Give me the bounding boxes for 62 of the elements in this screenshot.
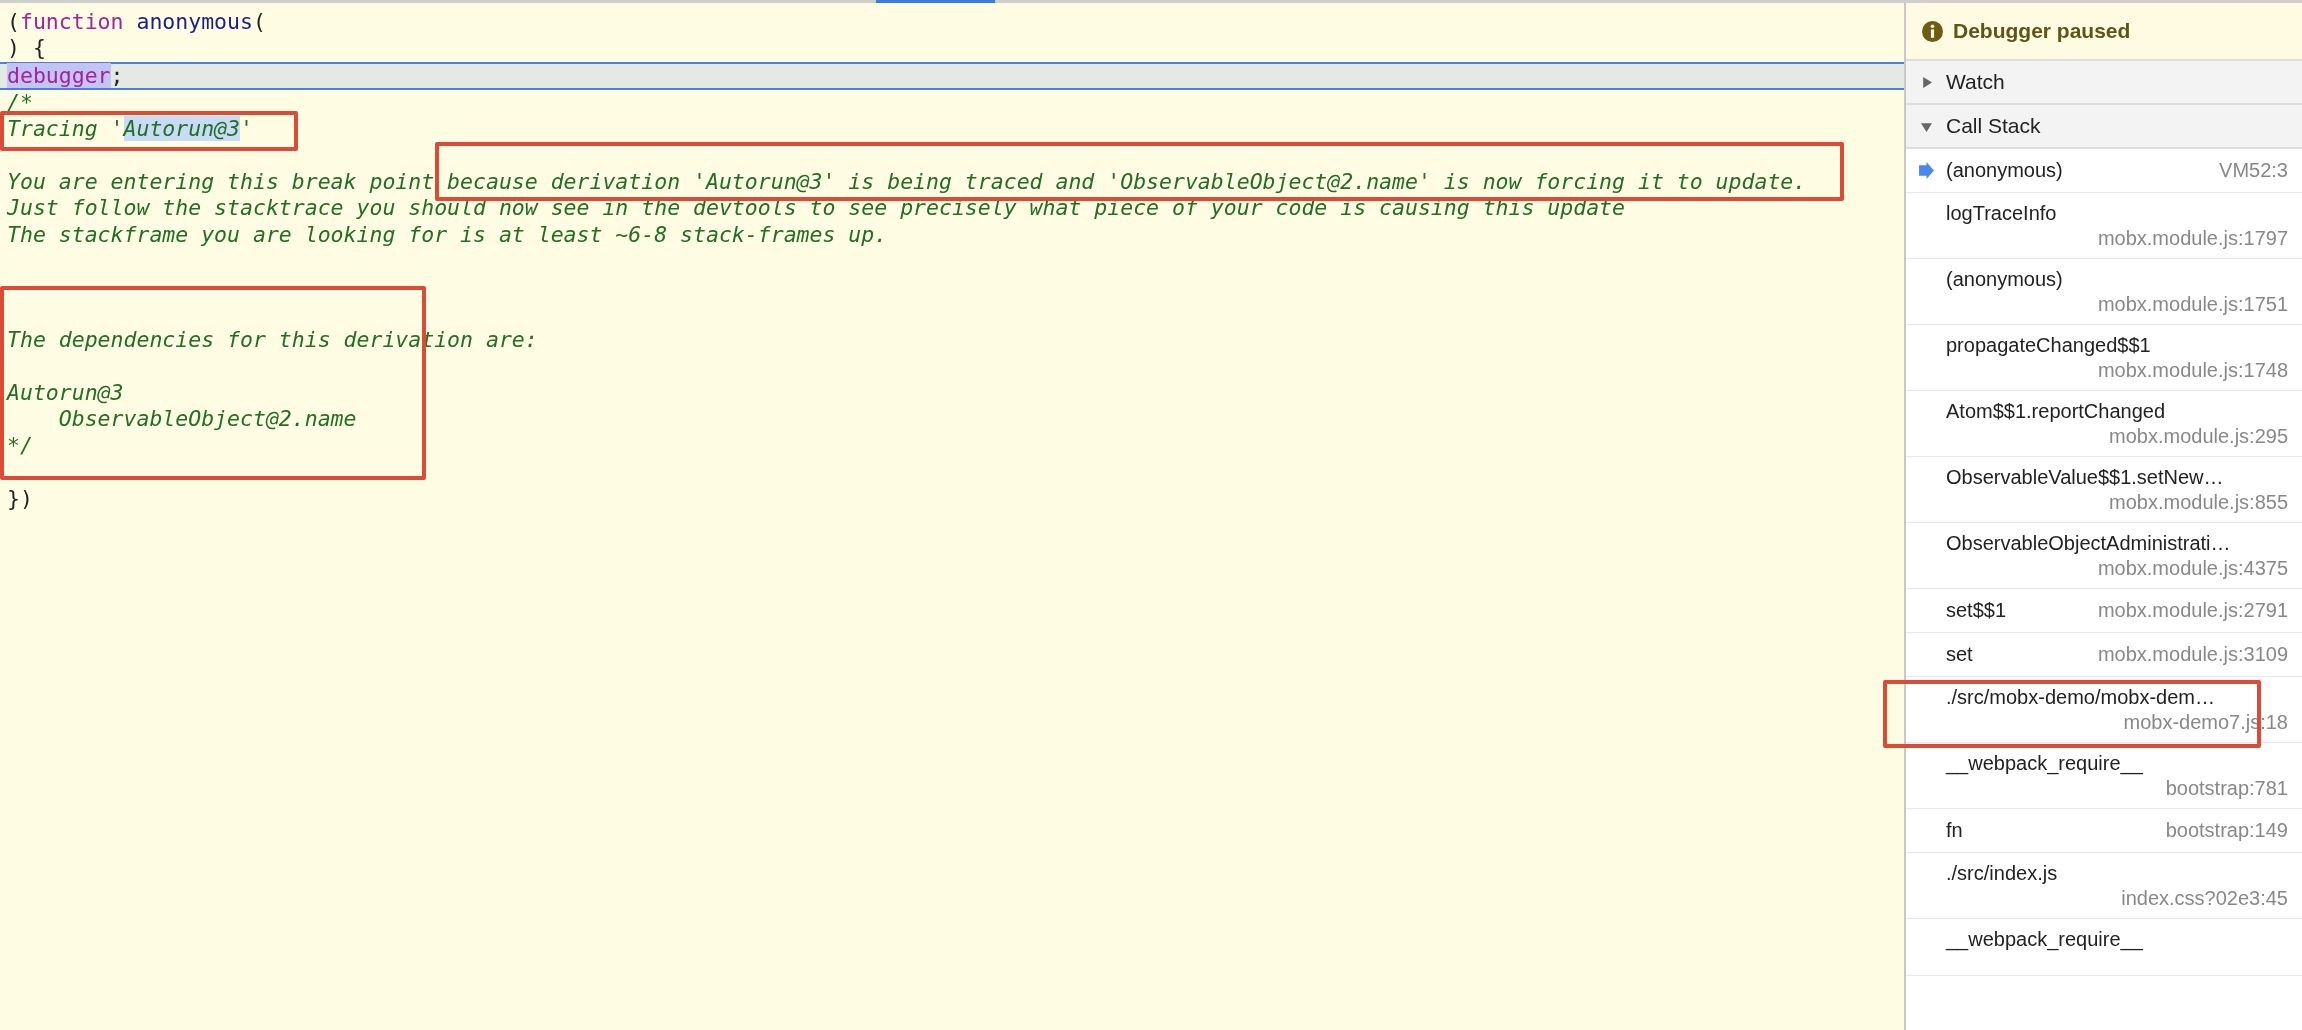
code-keyword: debugger — [7, 62, 111, 88]
expanded-triangle-icon — [1921, 120, 1932, 132]
function-name: set$$1 — [1946, 599, 2007, 622]
function-name: anonymous — [135, 9, 253, 34]
code-text: ( — [252, 9, 266, 34]
function-name: __webpack_require__ — [1946, 752, 2144, 775]
function-name: (anonymous) — [1946, 159, 2063, 182]
call-frame[interactable]: logTraceInfo mobx.module.js:1797 — [1906, 193, 2302, 259]
function-name: __webpack_require__ — [1946, 928, 2144, 951]
source-location: VM52:3 — [2219, 159, 2288, 182]
code-comment: You are entering this break point because derivation 'Autorun@3' is being traced and 'ObservableObject@2.name' is now forcing it to update. — [7, 168, 1807, 194]
code-keyword: function — [19, 9, 124, 34]
source-location: index.css?02e3:45 — [2121, 887, 2288, 910]
collapsed-triangle-icon — [1921, 76, 1932, 88]
code-comment: Autorun@3 — [7, 380, 124, 406]
source-location: mobx.module.js:1797 — [2097, 227, 2288, 250]
function-name: fn — [1946, 819, 1963, 842]
source-location: mobx.module.js:3109 — [2097, 643, 2288, 666]
source-location: mobx.module.js:1748 — [2097, 359, 2288, 382]
code-text: ) { — [7, 35, 46, 61]
call-frame[interactable]: propagateChanged$$1 mobx.module.js:1748 — [1906, 325, 2302, 391]
function-name: ./src/mobx-demo/mobx-dem… — [1946, 686, 2216, 709]
call-frame[interactable]: ObservableObjectAdministrati… mobx.module.js:4375 — [1906, 523, 2302, 589]
source-location: mobx.module.js:4375 — [2097, 557, 2288, 580]
function-name: set — [1946, 643, 1973, 666]
call-frame[interactable]: ObservableValue$$1.setNew… mobx.module.js:855 — [1906, 457, 2302, 523]
source-location: mobx.module.js:1751 — [2097, 293, 2288, 316]
function-name: ./src/index.js — [1946, 862, 2059, 885]
source-location: bootstrap:781 — [2165, 777, 2288, 800]
code-comment: The stackframe you are looking for is at least ~6-8 stack-frames up. — [7, 221, 888, 247]
call-frame[interactable]: ./src/index.js index.css?02e3:45 — [1906, 853, 2302, 919]
function-name: logTraceInfo — [1946, 202, 2058, 225]
call-frame[interactable]: (anonymous) VM52:3 — [1906, 149, 2302, 193]
code-comment: /* — [7, 89, 33, 115]
function-name: (anonymous) — [1946, 268, 2064, 291]
code-text: ( — [7, 9, 20, 34]
source-location: bootstrap:149 — [2165, 819, 2288, 842]
code-comment: */ — [7, 432, 33, 458]
call-frame[interactable]: Atom$$1.reportChanged mobx.module.js:295 — [1906, 391, 2302, 457]
call-frame[interactable]: (anonymous) mobx.module.js:1751 — [1906, 259, 2302, 325]
call-frame[interactable]: fn bootstrap:149 — [1906, 809, 2302, 853]
status-text: Debugger paused — [1953, 19, 2131, 43]
code-text: }) — [7, 485, 33, 511]
call-frame[interactable]: __webpack_require__ bootstrap:781 — [1906, 743, 2302, 809]
current-frame-arrow-icon — [1918, 162, 1934, 179]
section-header[interactable]: Call Stack — [1906, 105, 2302, 149]
info-icon — [1922, 20, 1943, 42]
section-header[interactable]: Watch — [1906, 61, 2302, 105]
code-comment: Autorun@3 — [123, 116, 240, 142]
function-name: Atom$$1.reportChanged — [1946, 400, 2167, 423]
source-location: mobx.module.js:2791 — [2097, 599, 2288, 622]
code-comment: ' — [240, 116, 253, 142]
call-frame[interactable]: __webpack_require__ — [1906, 919, 2302, 976]
function-name: ObservableObjectAdministrati… — [1946, 532, 2232, 555]
call-frame[interactable]: set mobx.module.js:3109 — [1906, 633, 2302, 677]
call-frame[interactable]: set$$1 mobx.module.js:2791 — [1906, 589, 2302, 633]
code-comment: ObservableObject@2.name — [57, 406, 357, 432]
source-location: mobx.module.js:855 — [2109, 491, 2288, 514]
function-name: ObservableValue$$1.setNew… — [1946, 466, 2225, 489]
function-name: propagateChanged$$1 — [1946, 334, 2152, 357]
source-location: mobx.module.js:295 — [2109, 425, 2288, 448]
code-text: ; — [110, 62, 124, 88]
